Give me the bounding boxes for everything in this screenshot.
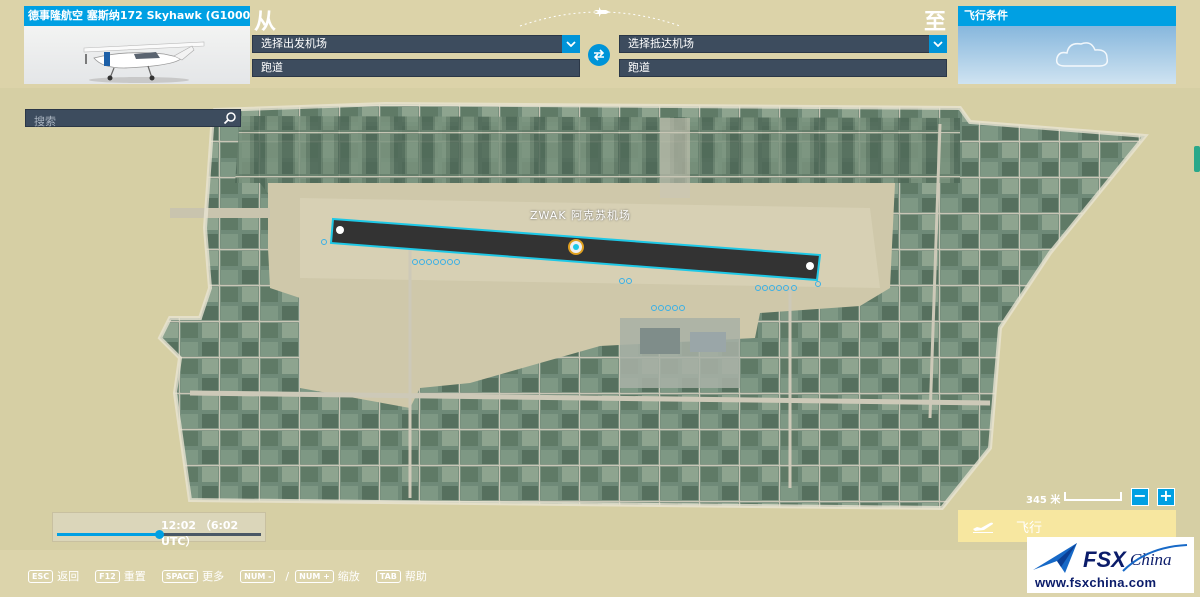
search-icon[interactable] — [223, 111, 237, 125]
airport-label[interactable]: ZWAK 阿克苏机场 — [530, 207, 631, 223]
bottom-bar: ESC 返回 F12 重置 SPACE 更多 NUM - / NUM + 缩放 … — [0, 550, 1200, 597]
keyboard-hints: ESC 返回 F12 重置 SPACE 更多 NUM - / NUM + 缩放 … — [28, 568, 443, 584]
cloud-icon — [1055, 42, 1109, 67]
takeoff-icon — [973, 522, 993, 533]
scale-label: 345 米 — [1026, 495, 1061, 506]
aircraft-title: 德事隆航空 塞斯纳172 Skyhawk (G1000) — [24, 6, 250, 26]
arrival-runway-select[interactable]: 跑道 — [619, 59, 947, 77]
satellite-map[interactable] — [0, 88, 1200, 550]
key-num-plus[interactable]: NUM + — [295, 569, 334, 583]
aircraft-card[interactable]: 德事隆航空 塞斯纳172 Skyhawk (G1000) — [24, 6, 250, 84]
departure-runway-select[interactable]: 跑道 — [252, 59, 580, 77]
watermark-url: www.fsxchina.com — [1035, 575, 1157, 590]
arrival-runway-label: 跑道 — [628, 61, 650, 74]
time-slider-fill — [57, 533, 159, 536]
aircraft-image — [83, 41, 205, 83]
key-space[interactable]: SPACE — [161, 569, 199, 583]
hint-back[interactable]: 返回 — [57, 568, 79, 584]
key-tab[interactable]: TAB — [375, 569, 401, 583]
departure-select[interactable]: 选择出发机场 — [252, 35, 580, 53]
key-esc[interactable]: ESC — [28, 569, 54, 583]
swap-icon[interactable] — [588, 44, 610, 66]
hint-separator: / — [285, 569, 290, 583]
side-scroll-marker[interactable] — [1194, 146, 1200, 172]
watermark: FSX China www.fsxchina.com — [1027, 537, 1194, 593]
to-label: 至 — [924, 9, 947, 35]
map-view[interactable]: ZWAK 阿克苏机场 345 米 − + 12:02 （6:02 UTC） 飞行 — [0, 88, 1200, 550]
key-num-minus[interactable]: NUM - — [240, 569, 276, 583]
departure-placeholder: 选择出发机场 — [261, 37, 327, 50]
top-bar: 德事隆航空 塞斯纳172 Skyhawk (G1000) 从 至 选择出发机场 … — [0, 0, 1200, 88]
chevron-down-icon[interactable] — [929, 35, 947, 53]
fly-label: 飞行 — [1016, 520, 1043, 536]
zoom-out-button[interactable]: − — [1131, 488, 1149, 506]
hint-more[interactable]: 更多 — [202, 568, 224, 584]
key-f12[interactable]: F12 — [95, 569, 120, 583]
time-slider[interactable] — [57, 530, 261, 539]
hint-reset[interactable]: 重置 — [124, 568, 146, 584]
hint-help[interactable]: 帮助 — [405, 568, 427, 584]
search-box[interactable] — [25, 109, 241, 130]
hint-zoom[interactable]: 缩放 — [338, 568, 360, 584]
flight-conditions-title: 飞行条件 — [958, 6, 1176, 26]
flight-conditions-card[interactable]: 飞行条件 — [958, 6, 1176, 84]
time-slider-handle[interactable] — [155, 530, 164, 539]
arrival-select[interactable]: 选择抵达机场 — [619, 35, 947, 53]
svg-text:FSX: FSX — [1083, 547, 1127, 572]
scale-bar — [1064, 492, 1122, 501]
search-input[interactable] — [26, 113, 216, 130]
arrival-placeholder: 选择抵达机场 — [628, 37, 694, 50]
zoom-in-button[interactable]: + — [1157, 488, 1175, 506]
from-label: 从 — [254, 9, 277, 35]
plane-icon — [519, 7, 681, 27]
chevron-down-icon[interactable] — [562, 35, 580, 53]
time-panel: 12:02 （6:02 UTC） — [52, 512, 266, 548]
departure-runway-label: 跑道 — [261, 61, 283, 74]
fsxchina-logo: FSX China — [1033, 543, 1188, 573]
